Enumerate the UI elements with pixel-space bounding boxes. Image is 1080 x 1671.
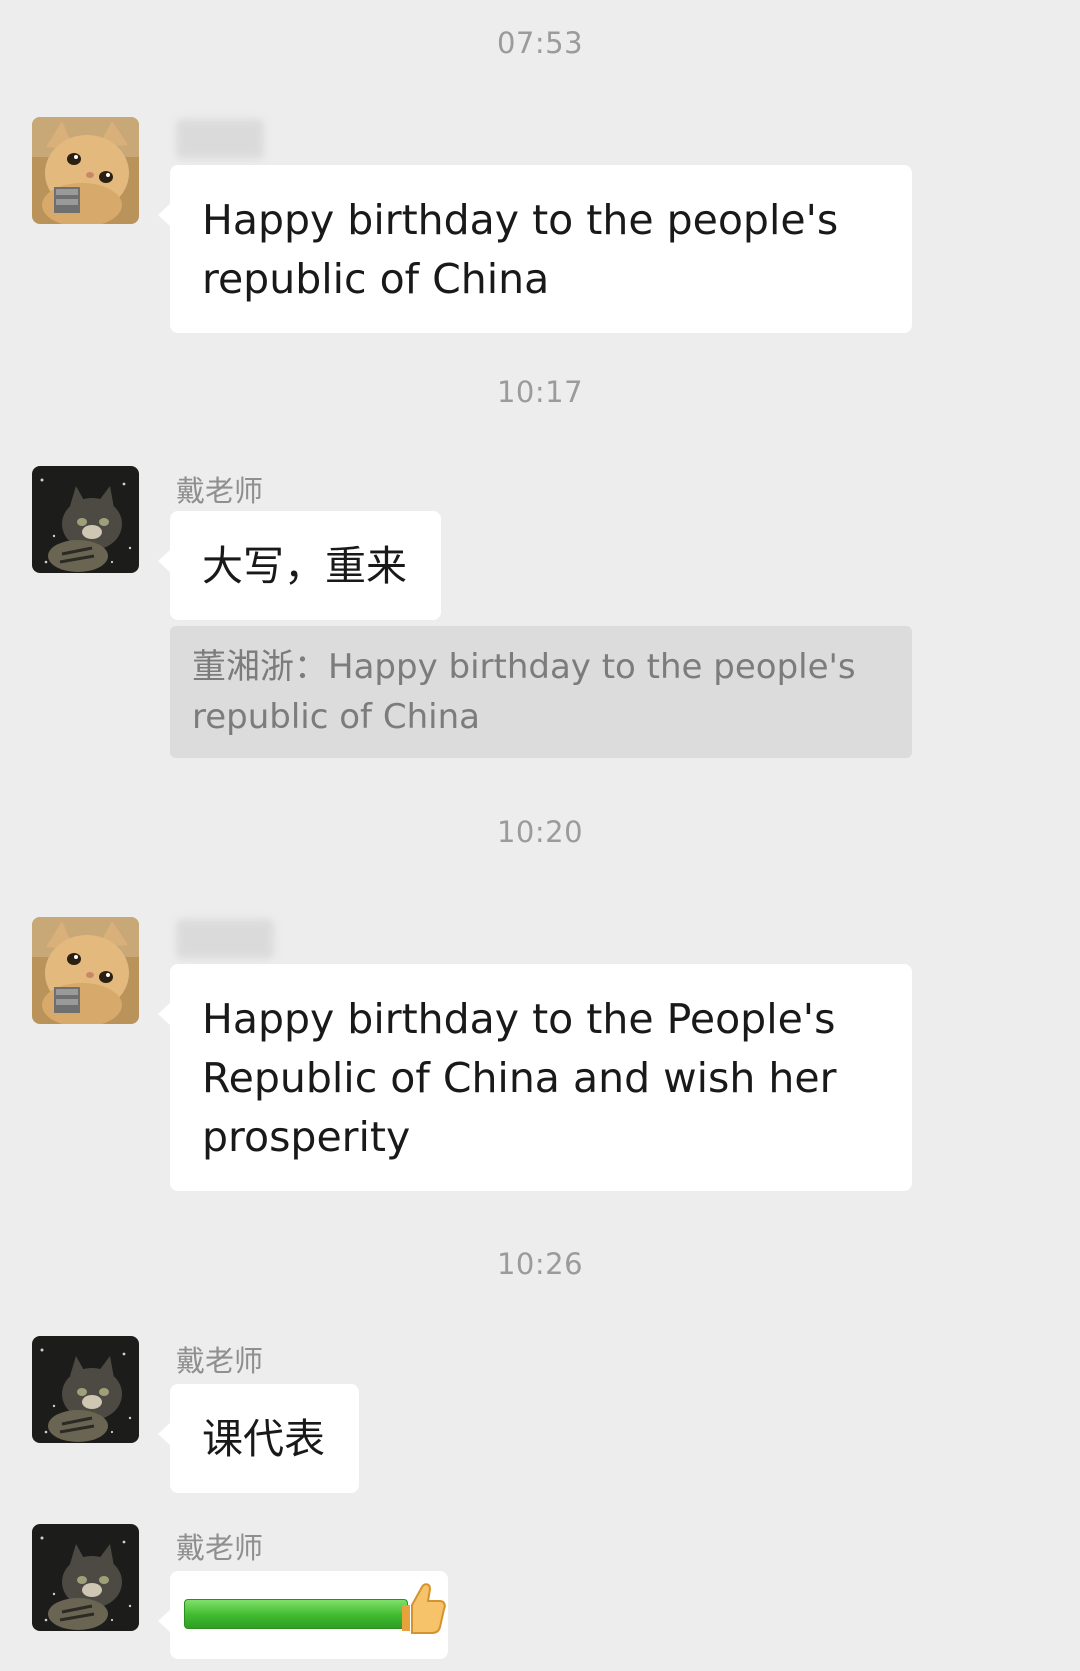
progress-bar-sticker xyxy=(184,1599,408,1629)
message-text: Happy birthday to the people's republic … xyxy=(202,196,839,303)
quoted-message-text: 董湘浙：Happy birthday to the people's repub… xyxy=(192,647,856,737)
thumbs-up-icon xyxy=(402,1583,446,1634)
avatar-orange-cat[interactable] xyxy=(32,117,139,224)
message-bubble[interactable]: 课代表 xyxy=(158,1384,359,1493)
timestamp: 10:20 xyxy=(496,815,584,849)
timestamp: 10:17 xyxy=(496,375,584,409)
sender-name: 戴老师 xyxy=(176,474,264,508)
sender-name-redacted xyxy=(176,919,274,959)
avatar-dark-cat[interactable] xyxy=(32,1336,139,1443)
message-text: Happy birthday to the People's Republic … xyxy=(202,995,837,1161)
dark-cat-avatar-icon xyxy=(32,1524,139,1631)
avatar-dark-cat[interactable] xyxy=(32,1524,139,1631)
orange-cat-avatar-icon xyxy=(32,917,139,1024)
message-text: 大写，重来 xyxy=(202,542,407,590)
message-bubble[interactable]: Happy birthday to the people's republic … xyxy=(158,165,912,333)
quoted-message[interactable]: 董湘浙：Happy birthday to the people's repub… xyxy=(170,626,912,758)
chat-message-list[interactable]: 07:53 Happy birthday to the people's rep… xyxy=(0,0,1080,1671)
timestamp: 10:26 xyxy=(496,1247,584,1281)
message-text: 课代表 xyxy=(202,1415,325,1463)
sticker-message[interactable] xyxy=(158,1571,448,1659)
message-bubble[interactable]: Happy birthday to the People's Republic … xyxy=(158,964,912,1191)
dark-cat-avatar-icon xyxy=(32,1336,139,1443)
dark-cat-avatar-icon xyxy=(32,466,139,573)
orange-cat-avatar-icon xyxy=(32,117,139,224)
avatar-dark-cat[interactable] xyxy=(32,466,139,573)
sender-name-redacted xyxy=(176,119,264,159)
timestamp: 07:53 xyxy=(496,26,584,60)
message-bubble[interactable]: 大写，重来 xyxy=(158,511,441,620)
sender-name: 戴老师 xyxy=(176,1344,264,1378)
avatar-orange-cat[interactable] xyxy=(32,917,139,1024)
sender-name: 戴老师 xyxy=(176,1531,264,1565)
